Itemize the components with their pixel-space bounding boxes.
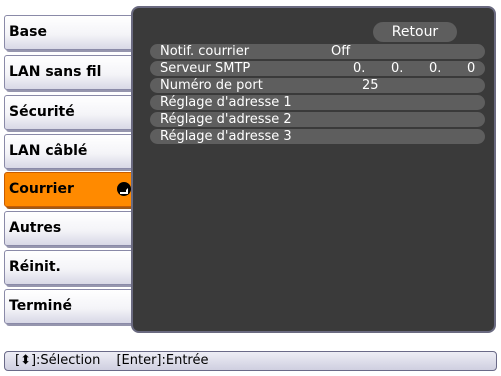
row-value: Off <box>331 44 351 59</box>
enter-icon <box>117 182 131 196</box>
row-reglage-adresse-1[interactable]: Réglage d'adresse 1 <box>150 95 485 110</box>
menu-item-reinit[interactable]: Réinit. <box>4 250 137 285</box>
ip-octet-3[interactable]: 0. <box>429 61 441 76</box>
row-notif-courrier[interactable]: Notif. courrier Off <box>150 44 485 59</box>
menu-item-courrier[interactable]: Courrier <box>4 172 137 207</box>
menu-item-base[interactable]: Base <box>4 15 137 50</box>
menu-item-label: Courrier <box>9 181 74 197</box>
menu-item-label: Autres <box>9 220 62 236</box>
menu-item-securite[interactable]: Sécurité <box>4 95 137 130</box>
menu-item-label: Terminé <box>9 298 72 314</box>
menu-item-termine[interactable]: Terminé <box>4 289 137 324</box>
row-label: Réglage d'adresse 2 <box>160 112 292 127</box>
return-button[interactable]: Retour <box>373 22 457 42</box>
row-label: Notif. courrier <box>160 44 250 59</box>
enter-hint: [Enter]:Entrée <box>116 353 209 368</box>
menu-item-label: Sécurité <box>9 104 75 120</box>
ip-octet-1[interactable]: 0. <box>353 61 365 76</box>
row-reglage-adresse-2[interactable]: Réglage d'adresse 2 <box>150 112 485 127</box>
row-label: Réglage d'adresse 1 <box>160 95 292 110</box>
menu-item-autres[interactable]: Autres <box>4 211 137 246</box>
select-hint: [⬍]:Sélection <box>15 353 101 368</box>
ip-octet-4[interactable]: 0 <box>467 61 475 76</box>
row-serveur-smtp[interactable]: Serveur SMTP 0. 0. 0. 0 <box>150 61 485 76</box>
help-bar: [⬍]:Sélection [Enter]:Entrée <box>4 351 497 371</box>
menu-item-lan-sans-fil[interactable]: LAN sans fil <box>4 55 137 90</box>
menu-item-label: LAN câblé <box>9 143 88 159</box>
menu-item-label: Réinit. <box>9 259 61 275</box>
menu-item-label: LAN sans fil <box>9 64 102 80</box>
row-label: Numéro de port <box>160 78 263 93</box>
row-numero-port[interactable]: Numéro de port 25 <box>150 78 485 93</box>
menu-item-label: Base <box>9 24 47 40</box>
ip-octet-2[interactable]: 0. <box>391 61 403 76</box>
row-reglage-adresse-3[interactable]: Réglage d'adresse 3 <box>150 129 485 144</box>
row-value: 25 <box>362 78 379 93</box>
menu-item-lan-cable[interactable]: LAN câblé <box>4 134 137 169</box>
row-label: Serveur SMTP <box>160 61 251 76</box>
row-label: Réglage d'adresse 3 <box>160 129 292 144</box>
